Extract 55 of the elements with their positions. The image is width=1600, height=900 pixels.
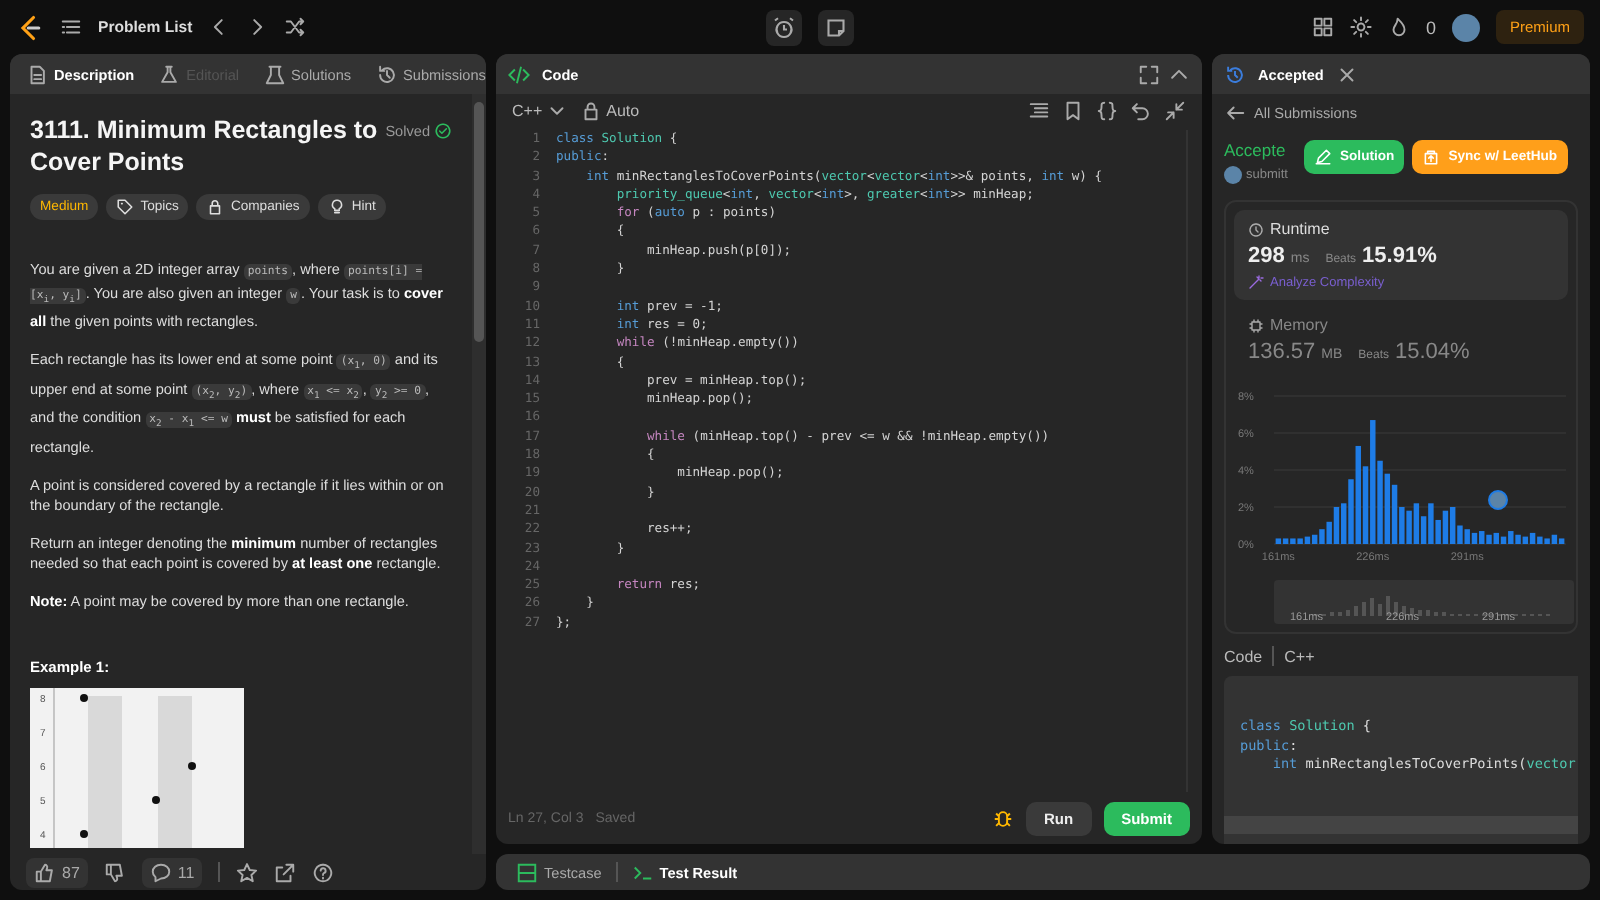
submission-status: Accepte xyxy=(1224,140,1288,160)
thumbs-down-icon[interactable] xyxy=(103,861,126,883)
braces-icon[interactable] xyxy=(1096,99,1118,121)
stat-value: 136.57 xyxy=(1248,340,1316,364)
wand-icon xyxy=(1248,274,1264,290)
tag-icon xyxy=(116,198,135,216)
share-icon[interactable] xyxy=(274,861,297,883)
undo-icon[interactable] xyxy=(1130,99,1152,121)
code-label: Code xyxy=(1224,647,1263,665)
collapse-icon[interactable] xyxy=(1164,99,1186,121)
stat-value: 298 xyxy=(1248,244,1285,268)
terminal-icon xyxy=(631,861,654,883)
bookmark-icon[interactable] xyxy=(1062,99,1084,121)
comment-icon xyxy=(149,861,172,883)
close-icon[interactable] xyxy=(1335,63,1358,85)
alarm-clock-icon[interactable] xyxy=(765,9,802,45)
avatar-marker-icon xyxy=(1488,490,1508,510)
back-arrow-icon xyxy=(1224,102,1246,124)
beaker-icon xyxy=(263,63,286,85)
star-icon[interactable] xyxy=(236,861,259,883)
lock-icon xyxy=(580,99,603,121)
thumbs-up-icon xyxy=(34,861,56,883)
like-button[interactable]: 87 xyxy=(26,857,88,887)
code-language: C++ xyxy=(1284,647,1315,665)
stat-label: Runtime xyxy=(1270,220,1330,238)
lightbulb-icon xyxy=(327,198,346,216)
edit-icon xyxy=(1314,148,1332,166)
note-icon[interactable] xyxy=(817,9,854,45)
flask-icon xyxy=(158,63,181,85)
avatar xyxy=(1224,166,1242,184)
grid-icon[interactable] xyxy=(1311,16,1334,38)
history-icon xyxy=(375,63,398,85)
history-icon xyxy=(1224,63,1246,85)
beats-value: 15.91% xyxy=(1362,244,1437,268)
streak-count: 0 xyxy=(1425,17,1436,37)
logo-icon[interactable] xyxy=(16,13,44,41)
problem-title: 3111. Minimum Rectangles to Cover Points xyxy=(30,114,380,178)
mode-dropdown[interactable]: Auto xyxy=(580,99,640,121)
chip-icon xyxy=(1248,317,1264,333)
code-icon xyxy=(508,63,530,85)
document-icon xyxy=(26,63,48,85)
expand-icon[interactable] xyxy=(1138,63,1160,85)
language-dropdown[interactable]: C++ xyxy=(512,99,569,121)
stat-label: Memory xyxy=(1270,316,1328,334)
bug-icon[interactable] xyxy=(991,807,1014,829)
help-icon[interactable] xyxy=(312,861,335,883)
shuffle-icon[interactable] xyxy=(284,16,307,38)
list-icon[interactable] xyxy=(60,16,82,38)
beats-value: 15.04% xyxy=(1395,340,1470,364)
format-icon[interactable] xyxy=(1028,99,1050,121)
comments-button[interactable]: 11 xyxy=(141,857,203,887)
avatar[interactable] xyxy=(1452,13,1480,41)
upload-icon xyxy=(1422,148,1441,166)
lock-icon xyxy=(206,198,225,216)
clock-icon xyxy=(1248,221,1264,237)
